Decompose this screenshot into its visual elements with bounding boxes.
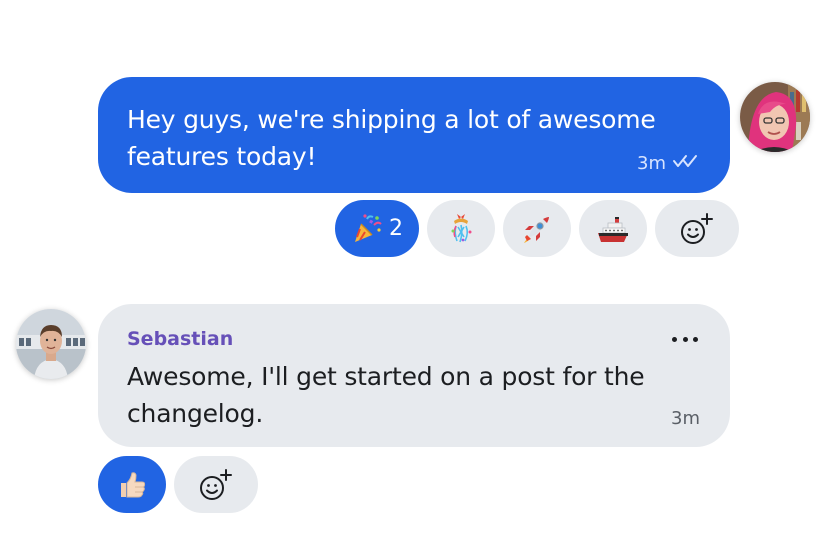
message-meta: 3m [637, 153, 700, 174]
confetti-ball-icon [445, 213, 477, 245]
message-text: Awesome, I'll get started on a post for … [127, 362, 645, 428]
message-text: Hey guys, we're shipping a lot of awesom… [127, 105, 656, 171]
sender-name[interactable]: Sebastian [127, 328, 660, 350]
rocket-icon [521, 213, 553, 245]
reaction-party-popper[interactable]: 2 [335, 200, 419, 257]
more-icon[interactable] [672, 332, 698, 346]
avatar-sebastian[interactable] [16, 309, 86, 379]
message-bubble-outgoing[interactable]: Hey guys, we're shipping a lot of awesom… [98, 77, 730, 193]
avatar-current-user[interactable] [740, 82, 810, 152]
reaction-thumbs-up[interactable] [98, 456, 166, 513]
message-time: 3m [637, 153, 666, 174]
ship-icon [596, 213, 630, 245]
reaction-rocket[interactable] [503, 200, 571, 257]
add-reaction-button[interactable] [655, 200, 739, 257]
reaction-confetti-ball[interactable] [427, 200, 495, 257]
chat-thread: Hey guys, we're shipping a lot of awesom… [0, 0, 828, 558]
party-popper-icon [351, 213, 383, 245]
add-reaction-button[interactable] [174, 456, 258, 513]
reaction-bar: 2 [335, 200, 739, 257]
add-reaction-icon [198, 468, 234, 502]
add-reaction-icon [679, 212, 715, 246]
reaction-ship[interactable] [579, 200, 647, 257]
double-check-icon [672, 153, 700, 174]
message-time: 3m [671, 408, 700, 429]
reaction-bar [98, 456, 258, 513]
message-bubble-incoming[interactable]: Sebastian Awesome, I'll get started on a… [98, 304, 730, 447]
reaction-count: 2 [389, 216, 403, 241]
thumbs-up-icon [116, 469, 148, 501]
